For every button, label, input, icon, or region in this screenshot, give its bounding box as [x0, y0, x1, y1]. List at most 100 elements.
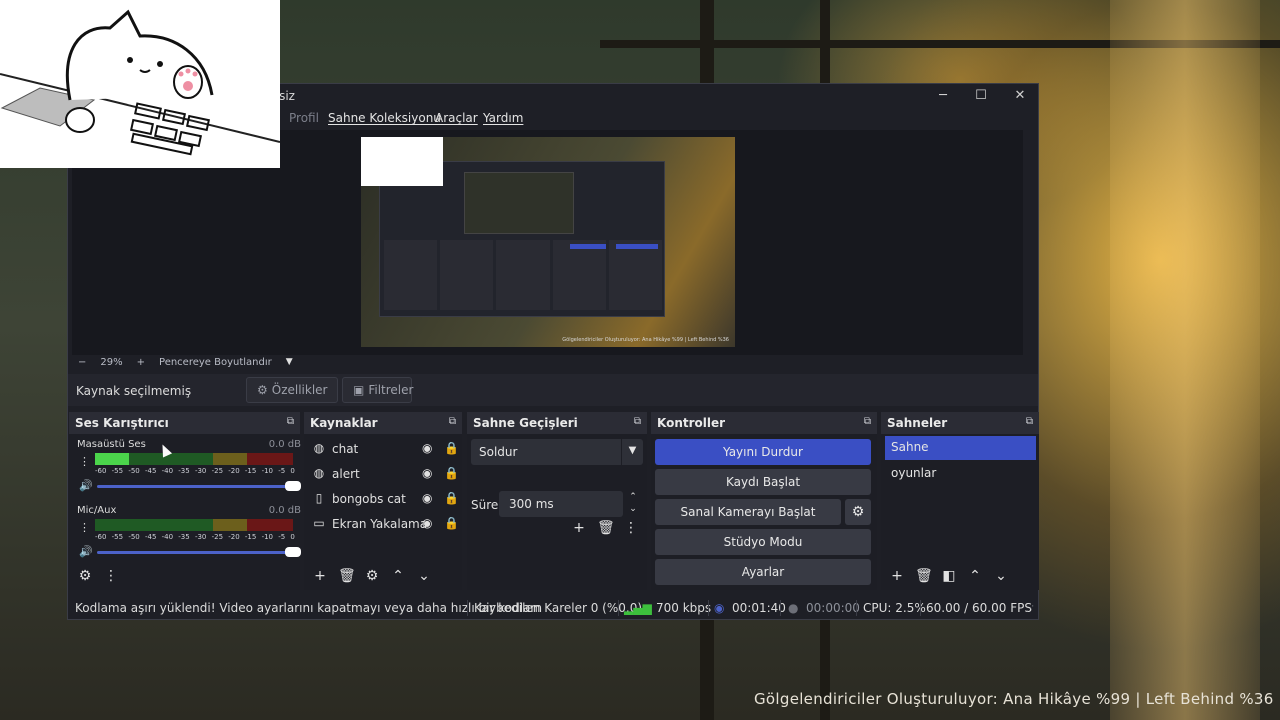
undock-icon[interactable]: ⧉	[287, 416, 294, 427]
transition-value: Soldur	[479, 445, 518, 459]
mixer-menu-icon[interactable]: ⋮	[103, 568, 119, 584]
dock-title: Kontroller	[657, 416, 726, 430]
no-source-selected: Kaynak seçilmemiş	[76, 384, 192, 398]
more-icon[interactable]: ⋮	[623, 520, 639, 536]
bongo-cat-overlay	[0, 0, 281, 168]
chevron-down-icon[interactable]: ▼	[621, 439, 643, 465]
stream-icon: ◉	[714, 601, 725, 615]
lock-icon[interactable]: 🔒	[444, 466, 459, 480]
settings-button[interactable]: Ayarlar	[655, 559, 871, 585]
controls-header: Kontroller ⧉	[651, 412, 877, 434]
duration-value: 300 ms	[509, 497, 554, 511]
source-item[interactable]: ◍ alert ◉ 🔒	[310, 463, 459, 485]
undock-icon[interactable]: ⧉	[449, 416, 456, 427]
source-label: Ekran Yakalama	[332, 517, 428, 531]
speaker-icon[interactable]: 🔊	[79, 545, 93, 558]
source-item[interactable]: ▯ bongobs cat ◉ 🔒	[310, 488, 459, 510]
undock-icon[interactable]: ⧉	[1026, 416, 1033, 427]
scenes-header: Sahneler ⧉	[881, 412, 1039, 434]
add-icon[interactable]: +	[571, 520, 587, 536]
sources-header: Kaynaklar ⧉	[304, 412, 462, 434]
filter-icon: ▣	[353, 383, 365, 397]
trash-icon[interactable]: 🗑	[338, 568, 356, 584]
filters-label: Filtreler	[368, 383, 414, 397]
scene-item[interactable]: oyunlar	[885, 462, 1036, 486]
volume-slider[interactable]	[97, 481, 301, 491]
controls-dock: Kontroller ⧉ Yayını Durdur Kaydı Başlat …	[651, 412, 877, 590]
speaker-icon[interactable]: 🔊	[79, 479, 93, 492]
undock-icon[interactable]: ⧉	[864, 416, 871, 427]
undock-icon[interactable]: ⧉	[634, 416, 641, 427]
preview-output: Gölgelendiriciler Oluşturuluyor: Ana Hik…	[361, 137, 735, 347]
source-label: bongobs cat	[332, 492, 406, 506]
virtual-camera-settings-icon[interactable]: ⚙	[845, 499, 871, 525]
menu-help[interactable]: Yardım	[483, 111, 523, 125]
bongo-cat-icon	[0, 9, 281, 168]
fit-dropdown-icon[interactable]: ▼	[286, 357, 293, 367]
source-label: alert	[332, 467, 360, 481]
dock-title: Sahne Geçişleri	[473, 416, 578, 430]
chevron-up-icon[interactable]: ⌃	[967, 568, 983, 584]
resize-grip-icon[interactable]: ⋰	[1026, 604, 1034, 613]
zoom-in-button[interactable]: +	[137, 357, 145, 368]
transition-select[interactable]: Soldur ▼	[471, 439, 643, 465]
spin-up-icon[interactable]: ⌃	[625, 492, 641, 502]
eye-icon[interactable]: ◉	[422, 441, 432, 455]
duration-label: Süre	[471, 498, 499, 512]
nested-docks	[384, 240, 663, 310]
source-item[interactable]: ◍ chat ◉ 🔒	[310, 438, 459, 460]
volume-knob[interactable]	[285, 547, 301, 557]
channel-name: Mic/Aux	[77, 505, 117, 516]
source-label: chat	[332, 442, 359, 456]
duration-input[interactable]: 300 ms	[499, 491, 623, 517]
filters-button[interactable]: ▣ Filtreler	[342, 377, 414, 403]
channel-db: 0.0 dB	[268, 439, 301, 450]
chevron-down-icon[interactable]: ⌄	[416, 568, 432, 584]
lock-icon[interactable]: 🔒	[444, 516, 459, 530]
trash-icon[interactable]: 🗑	[597, 520, 615, 536]
audio-mixer-dock: Ses Karıştırıcı ⧉ Masaüstü Ses 0.0 dB ⋮ …	[69, 412, 301, 590]
sources-dock: Kaynaklar ⧉ ◍ chat ◉ 🔒 ◍ alert ◉ 🔒 ▯ bon…	[304, 412, 462, 590]
scene-transitions-dock: Sahne Geçişleri ⧉ Soldur ▼ Süre 300 ms ⌃…	[467, 412, 647, 590]
add-icon[interactable]: +	[312, 568, 328, 584]
channel-menu-icon[interactable]: ⋮	[79, 455, 90, 468]
scene-item[interactable]: Sahne	[885, 436, 1036, 460]
filter-icon[interactable]: ◧	[941, 568, 957, 584]
transitions-header: Sahne Geçişleri ⧉	[467, 412, 647, 434]
volume-knob[interactable]	[285, 481, 301, 491]
eye-icon[interactable]: ◉	[422, 516, 432, 530]
menu-scene-collection[interactable]: Sahne Koleksiyonu	[328, 111, 441, 125]
chevron-down-icon[interactable]: ⌄	[993, 568, 1009, 584]
gear-icon[interactable]: ⚙	[364, 568, 380, 584]
close-button[interactable]: ✕	[1007, 86, 1033, 106]
menu-tools[interactable]: Araçlar	[435, 111, 478, 125]
mixer-channel-mic: Mic/Aux 0.0 dB ⋮ -60 -55 -50 -45 -40 -35 -30 -2…	[75, 505, 301, 567]
preview-zoom-bar: − 29% + Pencereye Boyutlandır ▼	[72, 355, 1023, 369]
eye-icon[interactable]: ◉	[422, 491, 432, 505]
menu-profile[interactable]: Profil	[289, 111, 319, 125]
maximize-button[interactable]: ☐	[968, 86, 994, 106]
chevron-up-icon[interactable]: ⌃	[390, 568, 406, 584]
add-icon[interactable]: +	[889, 568, 905, 584]
meter-ticks: -60 -55 -50 -45 -40 -35 -30 -25 -20 -15 -10 -5 0	[95, 533, 295, 541]
level-meter	[95, 453, 293, 465]
lock-icon[interactable]: 🔒	[444, 491, 459, 505]
source-item[interactable]: ▭ Ekran Yakalama ◉ 🔒	[310, 513, 459, 535]
studio-mode-button[interactable]: Stüdyo Modu	[655, 529, 871, 555]
file-icon: ▯	[315, 491, 323, 505]
minimize-button[interactable]: ─	[930, 86, 956, 106]
start-recording-button[interactable]: Kaydı Başlat	[655, 469, 871, 495]
start-virtual-camera-button[interactable]: Sanal Kamerayı Başlat	[655, 499, 841, 525]
dock-title: Kaynaklar	[310, 416, 378, 430]
channel-menu-icon[interactable]: ⋮	[79, 521, 90, 534]
properties-button[interactable]: ⚙ Özellikler	[246, 377, 338, 403]
trash-icon[interactable]: 🗑	[915, 568, 933, 584]
spin-down-icon[interactable]: ⌄	[625, 504, 641, 514]
lock-icon[interactable]: 🔒	[444, 441, 459, 455]
eye-icon[interactable]: ◉	[422, 466, 432, 480]
stop-streaming-button[interactable]: Yayını Durdur	[655, 439, 871, 465]
advanced-audio-icon[interactable]: ⚙	[77, 568, 93, 584]
volume-slider[interactable]	[97, 547, 301, 557]
audio-mixer-header: Ses Karıştırıcı ⧉	[69, 412, 300, 434]
zoom-out-button[interactable]: −	[78, 357, 86, 368]
